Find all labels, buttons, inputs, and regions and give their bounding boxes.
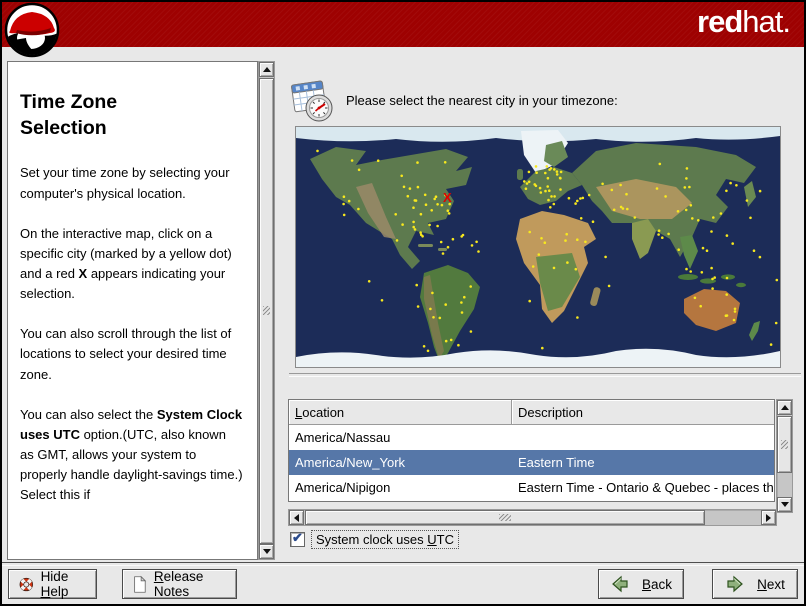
back-arrow-icon: [612, 575, 628, 593]
header-bar: [2, 2, 804, 47]
brand-hat: hat.: [742, 4, 791, 39]
description-label: Description: [518, 405, 584, 420]
location-label: ocation: [302, 405, 345, 420]
row-location: America/Nassau: [295, 430, 391, 445]
next-label: Next: [757, 576, 785, 592]
table-scroll-down-button[interactable]: [777, 497, 792, 512]
hide-help-label: Hide Help: [40, 569, 69, 599]
next-button[interactable]: Next: [712, 569, 798, 599]
back-label: Back: [641, 576, 673, 592]
arrow-up-icon: [262, 67, 271, 72]
brand-red: red: [697, 4, 743, 39]
footer-separator: [2, 562, 804, 566]
row-description: [512, 425, 774, 450]
thumb-grip-icon: [499, 514, 511, 521]
table-scroll-up-button[interactable]: [777, 400, 792, 415]
separator: [289, 373, 801, 377]
prompt-label: Please select the nearest city in your t…: [346, 93, 618, 108]
table-row-selected[interactable]: America/New_York Eastern Time: [289, 450, 774, 475]
row-description: Eastern Time - Ontario & Quebec - places…: [518, 480, 774, 495]
redhat-wordmark: redhat.: [697, 4, 791, 40]
installer-window: redhat. Time Zone Selection Set your tim…: [0, 0, 806, 606]
help-scrollbar[interactable]: [258, 61, 275, 560]
table-vertical-scrollbar[interactable]: [776, 399, 793, 513]
utc-label-text: System clock uses: [316, 531, 428, 547]
world-map-image: X: [296, 127, 780, 367]
row-location: America/New_York: [295, 455, 406, 470]
help-paragraph-1: Set your time zone by selecting your com…: [20, 165, 230, 201]
help-paragraph-4: You can also select the System Clock use…: [20, 405, 243, 506]
table-row[interactable]: America/Nassau: [289, 425, 774, 450]
help-paragraph-2: On the interactive map, click on a speci…: [20, 224, 243, 305]
table-header-row: Location Description: [289, 400, 774, 425]
selected-city-marker: X: [443, 190, 452, 205]
help-scroll-down-button[interactable]: [259, 544, 274, 559]
column-header-description[interactable]: Description: [512, 400, 774, 425]
thumb-grip-icon: [263, 306, 270, 315]
back-button[interactable]: Back: [598, 569, 684, 599]
document-icon: [134, 575, 147, 593]
table-row[interactable]: America/Nipigon Eastern Time - Ontario &…: [289, 475, 774, 500]
redhat-shadowman-logo-icon: [4, 2, 60, 58]
utc-label-rest: TC: [436, 531, 454, 547]
arrow-up-icon: [780, 405, 789, 410]
release-notes-label: Release Notes: [153, 569, 204, 599]
table-scroll-right-button[interactable]: [761, 510, 776, 525]
row-description: Eastern Time: [518, 455, 595, 470]
table-vscrollbar-thumb[interactable]: [777, 416, 792, 473]
thumb-grip-icon: [781, 439, 788, 449]
timezone-clock-icon: [287, 78, 335, 124]
utc-option: System clock uses UTC: [290, 529, 459, 549]
row-location: America/Nipigon: [295, 480, 391, 495]
help-p2-bold: X: [78, 266, 88, 282]
help-paragraph-3: You can also scroll through the list of …: [20, 326, 232, 382]
help-panel: Time Zone Selection Set your time zone b…: [7, 61, 258, 560]
arrow-down-icon: [262, 549, 271, 554]
arrow-right-icon: [766, 513, 771, 522]
utc-mnemonic: U: [427, 531, 437, 547]
table-scroll-left-button[interactable]: [289, 510, 304, 525]
column-header-location[interactable]: Location: [289, 400, 512, 425]
hide-help-button[interactable]: Hide Help: [8, 569, 97, 599]
help-scroll-up-button[interactable]: [259, 62, 274, 77]
table-horizontal-scrollbar[interactable]: [288, 509, 777, 526]
arrow-left-icon: [294, 513, 299, 522]
life-preserver-icon: [19, 577, 33, 591]
next-arrow-icon: [727, 575, 744, 593]
utc-checkbox[interactable]: [290, 530, 305, 547]
world-map[interactable]: X: [295, 126, 781, 368]
timezone-table: Location Description America/Nassau Amer…: [288, 399, 775, 502]
page-title: Time Zone Selection: [20, 91, 118, 139]
arrow-down-icon: [780, 502, 789, 507]
release-notes-button[interactable]: Release Notes: [122, 569, 237, 599]
help-scrollbar-thumb[interactable]: [259, 78, 274, 544]
utc-checkbox-label[interactable]: System clock uses UTC: [311, 529, 459, 549]
help-p4-text: You can also select the: [20, 406, 157, 422]
table-hscrollbar-thumb[interactable]: [305, 510, 705, 525]
